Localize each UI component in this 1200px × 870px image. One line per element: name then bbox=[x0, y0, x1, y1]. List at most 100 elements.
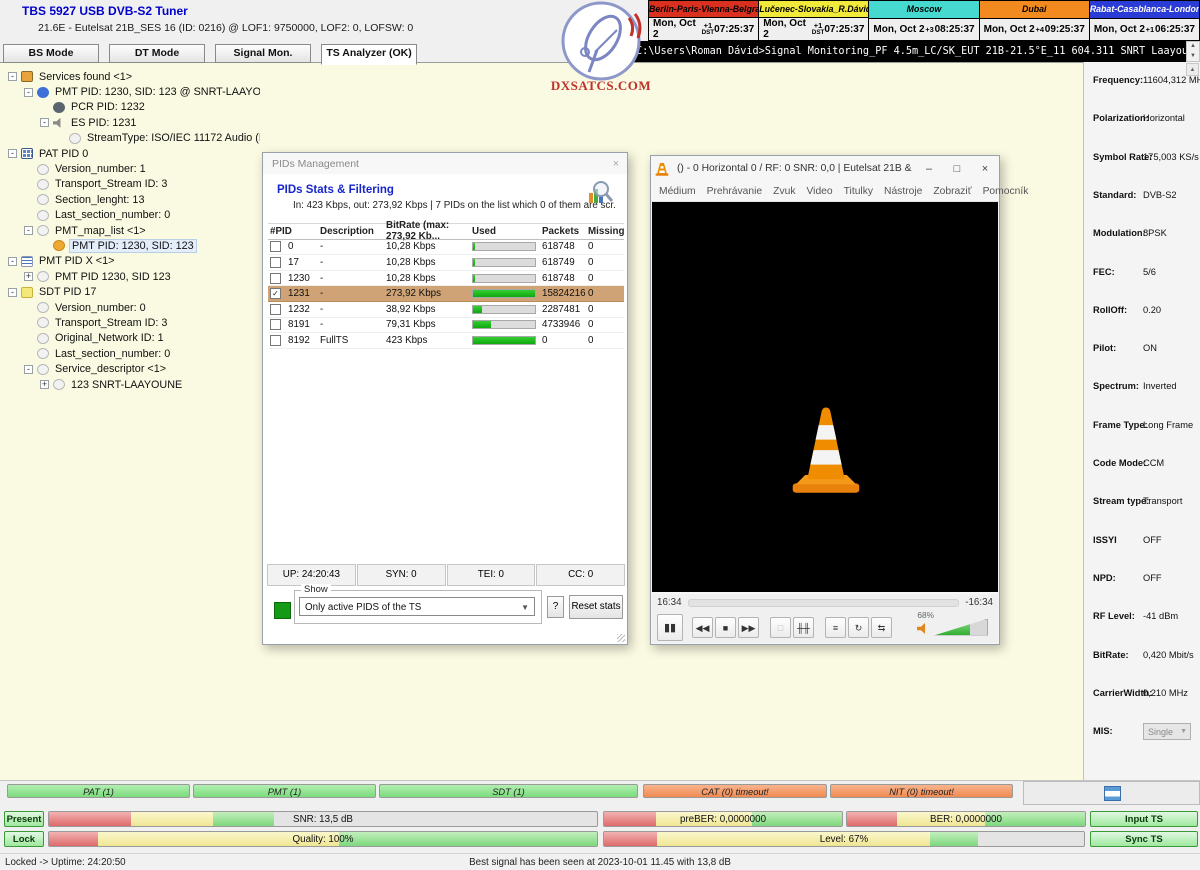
shuffle-button[interactable]: ⇆ bbox=[871, 617, 892, 638]
param-label: NPD: bbox=[1093, 573, 1116, 583]
tab-dt-mode[interactable]: DT Mode bbox=[109, 44, 205, 63]
tree-item-services-found-1[interactable]: Services found <1> bbox=[2, 69, 260, 84]
scroll-down-icon[interactable]: ▼ bbox=[1187, 52, 1199, 62]
tab-signal-mon[interactable]: Signal Mon. bbox=[215, 44, 311, 63]
collapse-icon[interactable] bbox=[24, 88, 33, 97]
minimize-icon[interactable]: – bbox=[915, 163, 943, 175]
tree-item-pat-pid-0[interactable]: PAT PID 0 bbox=[2, 146, 260, 161]
previous-button[interactable]: ◀◀ bbox=[692, 617, 713, 638]
tree-item-version-number-0[interactable]: Version_number: 0 bbox=[2, 300, 260, 315]
expand-icon[interactable] bbox=[24, 272, 33, 281]
loop-button[interactable]: ↻ bbox=[848, 617, 869, 638]
menu-m-dium[interactable]: Médium bbox=[659, 186, 696, 197]
tree-item-pcr-pid-1232[interactable]: PCR PID: 1232 bbox=[2, 100, 260, 115]
tab-bs-mode[interactable]: BS Mode bbox=[3, 44, 99, 63]
tree-item-streamtype-iso-iec-11172-audio-mpeg-1-3[interactable]: StreamType: ISO/IEC 11172 Audio (MPEG-1)… bbox=[2, 131, 260, 146]
speaker-icon[interactable] bbox=[917, 623, 930, 635]
checkbox-checked[interactable]: ✓ bbox=[270, 288, 281, 299]
console-scrollbar[interactable]: ▲ ▼ bbox=[1186, 41, 1200, 62]
column-header-missing[interactable]: Missing bbox=[588, 226, 624, 237]
menu-video[interactable]: Video bbox=[806, 186, 832, 197]
sync-ts-button[interactable]: Sync TS bbox=[1090, 831, 1198, 847]
tree-item-pmt-map-list-1[interactable]: PMT_map_list <1> bbox=[2, 223, 260, 238]
collapse-icon[interactable] bbox=[8, 149, 17, 158]
playlist-button[interactable]: ≡ bbox=[825, 617, 846, 638]
checkbox-unchecked[interactable] bbox=[270, 273, 281, 284]
tree-item-version-number-1[interactable]: Version_number: 1 bbox=[2, 161, 260, 176]
tree-item-last-section-number-0[interactable]: Last_section_number: 0 bbox=[2, 346, 260, 361]
menu-prehr-vanie[interactable]: Prehrávanie bbox=[707, 186, 763, 197]
log-panel[interactable] bbox=[1023, 781, 1200, 805]
pid-row-8192[interactable]: 8192FullTS423 Kbps00 bbox=[268, 333, 624, 349]
pid-row-1232[interactable]: 1232-38,92 Kbps22874810 bbox=[268, 302, 624, 318]
present-button[interactable]: Present bbox=[4, 811, 44, 827]
checkbox-unchecked[interactable] bbox=[270, 241, 281, 252]
collapse-icon[interactable] bbox=[8, 72, 17, 81]
checkbox-unchecked[interactable] bbox=[270, 335, 281, 346]
show-filter-select[interactable]: Only active PIDS of the TS ▼ bbox=[299, 597, 535, 616]
tab-ts-analyzer-ok[interactable]: TS Analyzer (OK) bbox=[321, 44, 417, 65]
column-header-bitrate-max-273-92-kb[interactable]: BitRate (max: 273,92 Kb... bbox=[386, 220, 472, 242]
column-header-used[interactable]: Used bbox=[472, 226, 542, 237]
volume-control: 68% bbox=[917, 619, 998, 636]
pids-titlebar[interactable]: PIDs Management × bbox=[263, 153, 627, 174]
seek-slider[interactable] bbox=[688, 599, 960, 607]
help-button[interactable]: ? bbox=[547, 596, 564, 618]
mis-select[interactable]: Single▼ bbox=[1143, 723, 1191, 740]
tree-item-pmt-pid-1230-sid-123[interactable]: PMT PID 1230, SID 123 bbox=[2, 269, 260, 284]
collapse-icon[interactable] bbox=[24, 365, 33, 374]
scroll-up-icon[interactable]: ▲ bbox=[1187, 42, 1199, 52]
tree-item-service-descriptor-1[interactable]: Service_descriptor <1> bbox=[2, 361, 260, 376]
column-header-pid[interactable]: #PID bbox=[268, 226, 320, 237]
checkbox-unchecked[interactable] bbox=[270, 257, 281, 268]
pid-row-8191[interactable]: 8191-79,31 Kbps47339460 bbox=[268, 318, 624, 334]
pid-cell: 17 bbox=[268, 257, 320, 268]
menu-pomocn-k[interactable]: Pomocník bbox=[983, 186, 1029, 197]
maximize-icon[interactable]: □ bbox=[943, 163, 971, 175]
tree-item-123-snrt-laayoune[interactable]: 123 SNRT-LAAYOUNE bbox=[2, 377, 260, 392]
close-icon[interactable]: × bbox=[605, 158, 627, 170]
expand-icon[interactable] bbox=[40, 380, 49, 389]
tree-item-section-lenght-13[interactable]: Section_lenght: 13 bbox=[2, 192, 260, 207]
bitrate-cell: 10,28 Kbps bbox=[386, 273, 472, 284]
input-ts-button[interactable]: Input TS bbox=[1090, 811, 1198, 827]
tree-item-original-network-id-1[interactable]: Original_Network ID: 1 bbox=[2, 331, 260, 346]
pid-row-1231[interactable]: ✓1231-273,92 Kbps158242160 bbox=[268, 286, 624, 302]
pid-table-header[interactable]: #PIDDescriptionBitRate (max: 273,92 Kb..… bbox=[268, 223, 624, 240]
checkbox-unchecked[interactable] bbox=[270, 319, 281, 330]
equalizer-button[interactable]: ╫╫ bbox=[793, 617, 814, 638]
resize-grip[interactable] bbox=[617, 634, 625, 642]
collapse-icon[interactable] bbox=[40, 118, 49, 127]
tree-item-last-section-number-0[interactable]: Last_section_number: 0 bbox=[2, 208, 260, 223]
reset-stats-button[interactable]: Reset stats bbox=[569, 595, 623, 619]
collapse-icon[interactable] bbox=[24, 226, 33, 235]
pid-row-1230[interactable]: 1230-10,28 Kbps6187480 bbox=[268, 271, 624, 287]
menu-n-stroje[interactable]: Nástroje bbox=[884, 186, 922, 197]
tree-item-es-pid-1231[interactable]: ES PID: 1231 bbox=[2, 115, 260, 130]
checkbox-unchecked[interactable] bbox=[270, 304, 281, 315]
menu-zvuk[interactable]: Zvuk bbox=[773, 186, 795, 197]
column-header-description[interactable]: Description bbox=[320, 226, 386, 237]
tree-item-transport-stream-id-3[interactable]: Transport_Stream ID: 3 bbox=[2, 177, 260, 192]
stop-button[interactable]: ■ bbox=[715, 617, 736, 638]
tree-item-pmt-pid-1230-sid-123-snrt-laayoune-snrt[interactable]: PMT PID: 1230, SID: 123 @ SNRT-LAAYOUNE … bbox=[2, 84, 260, 99]
vlc-titlebar[interactable]: () - 0 Horizontal 0 / RF: 0 SNR: 0,0 | E… bbox=[651, 156, 999, 181]
tree-item-pmt-pid-1230-sid-123[interactable]: PMT PID: 1230, SID: 123 bbox=[2, 238, 260, 253]
tree-item-sdt-pid-17[interactable]: SDT PID 17 bbox=[2, 284, 260, 299]
tree-item-transport-stream-id-3[interactable]: Transport_Stream ID: 3 bbox=[2, 315, 260, 330]
volume-slider[interactable] bbox=[934, 619, 988, 636]
pid-row-0[interactable]: 0-10,28 Kbps6187480 bbox=[268, 240, 624, 256]
collapse-icon[interactable] bbox=[8, 288, 17, 297]
lock-button[interactable]: Lock bbox=[4, 831, 44, 847]
menu-zobrazi[interactable]: Zobraziť bbox=[933, 186, 971, 197]
tree-item-pmt-pid-x-1[interactable]: PMT PID X <1> bbox=[2, 254, 260, 269]
close-icon[interactable]: × bbox=[971, 163, 999, 175]
pid-row-17[interactable]: 17-10,28 Kbps6187490 bbox=[268, 255, 624, 271]
next-button[interactable]: ▶▶ bbox=[738, 617, 759, 638]
column-header-packets[interactable]: Packets bbox=[542, 226, 588, 237]
console-bar[interactable]: C:\Users\Roman Dávid>Signal Monitoring_P… bbox=[630, 41, 1186, 62]
vlc-video-area[interactable] bbox=[652, 202, 998, 592]
pause-button[interactable]: ▮▮ bbox=[657, 614, 683, 641]
menu-titulky[interactable]: Titulky bbox=[844, 186, 873, 197]
collapse-icon[interactable] bbox=[8, 257, 17, 266]
